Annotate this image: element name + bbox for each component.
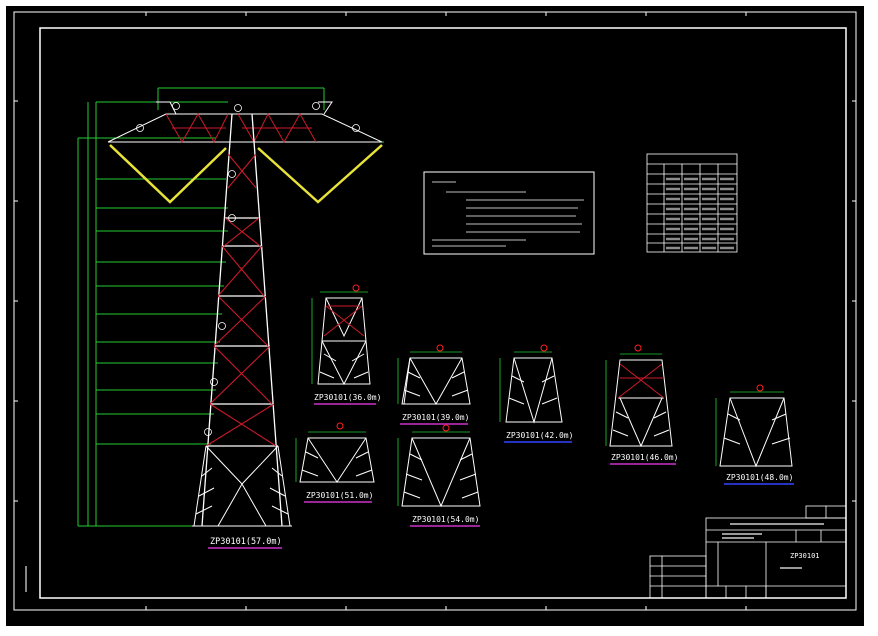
tower-caption-39m: ZP30101(39.0m) [402, 413, 469, 422]
tower-drawing: ZP30101(57.0m) ZP30101(36.0m) ZP30101(39… [13, 11, 857, 611]
main-tower-elevation: ZP30101(57.0m) [77, 87, 384, 549]
tower-caption-main: ZP30101(57.0m) [210, 537, 282, 547]
tower-caption-46m: ZP30101(46.0m) [611, 453, 678, 462]
drawing-frame [39, 27, 847, 599]
leg-extension-36m: ZP30101(36.0m) [311, 291, 381, 405]
cross-arm [107, 101, 383, 143]
leg-extension-54m: ZP30101(54.0m) [397, 431, 481, 527]
notes-box [423, 171, 595, 255]
leg-extension-48m: ZP30101(48.0m) [715, 391, 794, 485]
leg-extension-39m: ZP30101(39.0m) [397, 351, 471, 425]
tower-caption-54m: ZP30101(54.0m) [412, 515, 479, 524]
insulator-strings [109, 144, 383, 204]
drawing-code: ZP30101 [790, 552, 820, 560]
tower-caption-51m: ZP30101(51.0m) [306, 491, 373, 500]
tower-caption-48m: ZP30101(48.0m) [726, 473, 793, 482]
tower-caption-36m: ZP30101(36.0m) [314, 393, 381, 402]
leg-extension-42m: ZP30101(42.0m) [499, 351, 573, 443]
leg-extension-51m: ZP30101(51.0m) [295, 431, 375, 503]
circled-number-icon [136, 102, 360, 436]
height-dimension-chain [77, 101, 228, 527]
leg-extension-46m: ZP30101(46.0m) [605, 353, 678, 465]
height-schedule-table [646, 153, 738, 253]
tower-caption-42m: ZP30101(42.0m) [506, 431, 573, 440]
cad-drawing-canvas: ZP30101(57.0m) ZP30101(36.0m) ZP30101(39… [6, 6, 864, 626]
